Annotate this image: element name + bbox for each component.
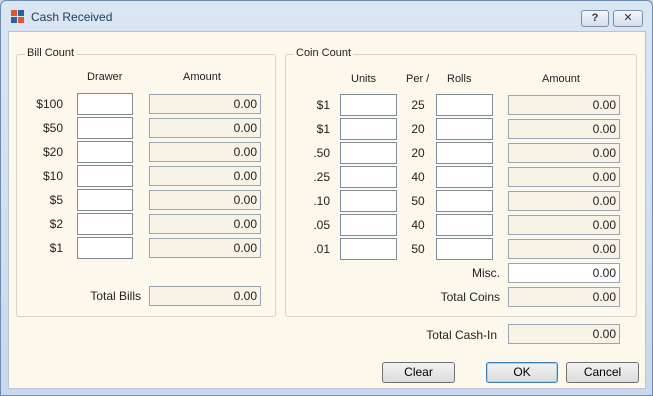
per-roll-1c: 50	[411, 242, 425, 256]
total-cash-in-value: 0.00	[508, 324, 620, 344]
units-input-50c[interactable]	[340, 142, 397, 164]
bill-label-100: $100	[36, 97, 63, 111]
bill-count-label: Bill Count	[25, 47, 77, 59]
per-roll-50c: 20	[411, 146, 425, 160]
coin-amount-10c: 0.00	[508, 191, 620, 211]
bill-amount-10: 0.00	[149, 166, 261, 186]
coin-amount-1c: 0.00	[508, 239, 620, 259]
drawer-input-5[interactable]	[77, 189, 133, 211]
units-input-10c[interactable]	[340, 190, 397, 212]
clear-button[interactable]: Clear	[382, 362, 455, 383]
rolls-input-5c[interactable]	[436, 214, 493, 236]
per-roll-1b: 20	[411, 122, 425, 136]
bill-label-1: $1	[49, 241, 63, 255]
drawer-input-2[interactable]	[77, 213, 133, 235]
units-input-25c[interactable]	[340, 166, 397, 188]
drawer-input-10[interactable]	[77, 165, 133, 187]
rolls-input-10c[interactable]	[436, 190, 493, 212]
total-bills-label: Total Bills	[90, 289, 141, 303]
units-input-5c[interactable]	[340, 214, 397, 236]
coin-label-1c: .01	[313, 242, 330, 256]
rolls-input-1a[interactable]	[436, 94, 493, 116]
rolls-input-1c[interactable]	[436, 238, 493, 260]
rolls-header: Rolls	[447, 73, 472, 85]
total-bills-value: 0.00	[149, 286, 261, 306]
dialog-body: Bill Count Drawer Amount $100 0.00 $50 0…	[8, 31, 646, 389]
per-roll-10c: 50	[411, 194, 425, 208]
per-roll-1a: 25	[411, 98, 425, 112]
title-bar: Cash Received ? ✕	[1, 1, 652, 31]
per-header: Per /	[406, 73, 430, 85]
coin-amount-1a: 0.00	[508, 95, 620, 115]
coin-amount-5c: 0.00	[508, 215, 620, 235]
total-coins-value: 0.00	[508, 287, 620, 307]
bill-label-50: $50	[42, 121, 63, 135]
drawer-input-20[interactable]	[77, 141, 133, 163]
coin-amount-25c: 0.00	[508, 167, 620, 187]
coin-count-label: Coin Count	[294, 47, 354, 59]
bill-amount-5: 0.00	[149, 190, 261, 210]
per-roll-25c: 40	[411, 170, 425, 184]
drawer-input-1[interactable]	[77, 237, 133, 259]
rolls-input-1b[interactable]	[436, 118, 493, 140]
drawer-input-100[interactable]	[77, 93, 133, 115]
units-input-1b[interactable]	[340, 118, 397, 140]
bill-label-20: $20	[42, 145, 63, 159]
coin-label-1b: $1	[316, 122, 330, 136]
window-title: Cash Received	[31, 10, 113, 24]
units-input-1a[interactable]	[340, 94, 397, 116]
bill-amount-100: 0.00	[149, 94, 261, 114]
bill-amount-1: 0.00	[149, 238, 261, 258]
help-button[interactable]: ?	[581, 10, 609, 27]
coin-label-50c: .50	[313, 146, 330, 160]
bill-amount-header: Amount	[183, 71, 221, 83]
coin-amount-50c: 0.00	[508, 143, 620, 163]
total-coins-label: Total Coins	[440, 290, 500, 304]
bill-amount-50: 0.00	[149, 118, 261, 138]
bill-amount-2: 0.00	[149, 214, 261, 234]
units-input-1c[interactable]	[340, 238, 397, 260]
bill-label-5: $5	[49, 193, 63, 207]
misc-input[interactable]: 0.00	[508, 263, 620, 283]
total-cash-in-label: Total Cash-In	[426, 328, 497, 342]
coin-label-5c: .05	[313, 218, 330, 232]
rolls-input-25c[interactable]	[436, 166, 493, 188]
coin-label-1a: $1	[316, 98, 330, 112]
ok-button[interactable]: OK	[486, 362, 558, 383]
per-roll-5c: 40	[411, 218, 425, 232]
bill-label-10: $10	[42, 169, 63, 183]
bill-label-2: $2	[49, 217, 63, 231]
coin-count-group: Coin Count Units Per / Rolls Amount $1 2…	[285, 47, 637, 317]
units-header: Units	[351, 73, 377, 85]
bill-count-group: Bill Count Drawer Amount $100 0.00 $50 0…	[16, 47, 276, 317]
coin-label-10c: .10	[313, 194, 330, 208]
rolls-input-50c[interactable]	[436, 142, 493, 164]
coin-amount-1b: 0.00	[508, 119, 620, 139]
cancel-button[interactable]: Cancel	[566, 362, 639, 383]
drawer-input-50[interactable]	[77, 117, 133, 139]
app-icon	[11, 10, 24, 23]
close-button[interactable]: ✕	[613, 10, 643, 27]
bill-amount-20: 0.00	[149, 142, 261, 162]
drawer-header: Drawer	[87, 71, 123, 83]
coin-amount-header: Amount	[542, 73, 580, 85]
misc-label: Misc.	[472, 266, 500, 280]
coin-label-25c: .25	[313, 170, 330, 184]
cash-received-dialog: Cash Received ? ✕ Bill Count Drawer Amou…	[0, 0, 653, 396]
